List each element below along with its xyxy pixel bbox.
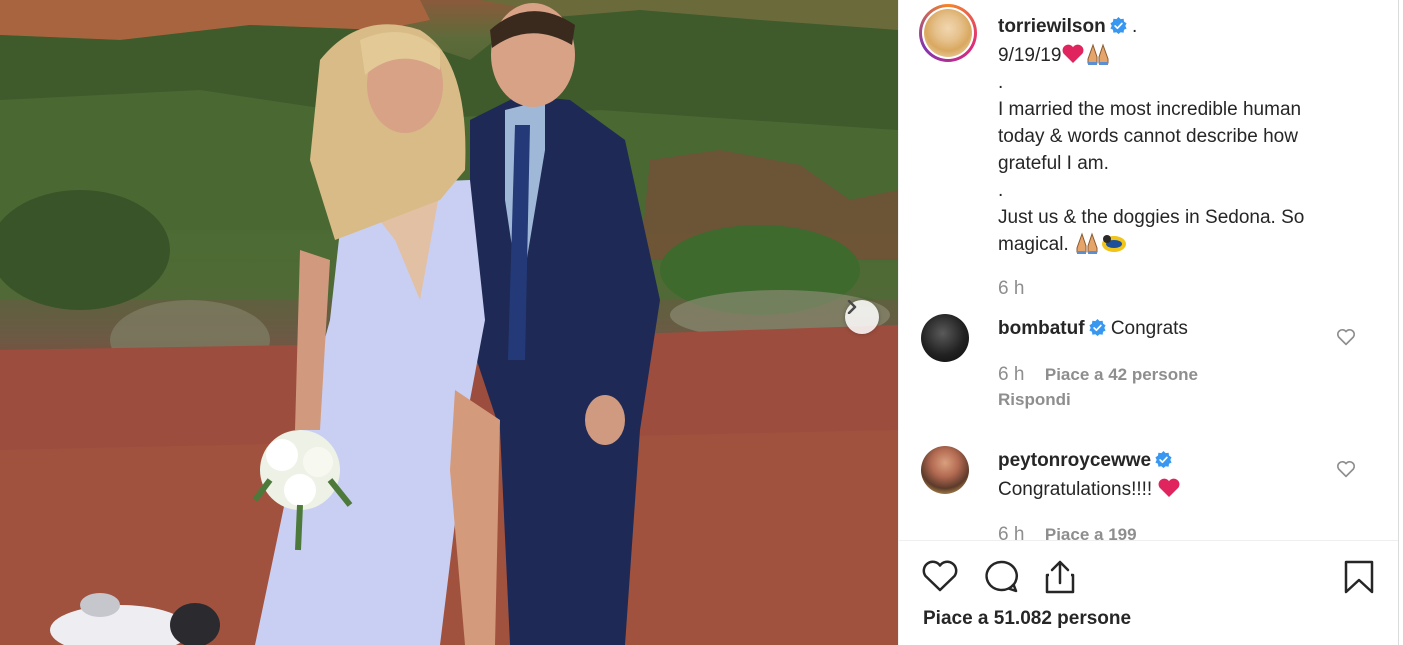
comment-time[interactable]: 6 h [998, 364, 1024, 385]
comment-1: bombatuf Congrats [998, 315, 1318, 344]
caption-separator-2: . [998, 180, 1004, 201]
post-likes-count[interactable]: Piace a 51.082 persone [923, 608, 1131, 630]
comment-text: Congrats [1110, 318, 1188, 339]
heart-icon [922, 560, 958, 592]
comment-likes[interactable]: Piace a 199 [1045, 525, 1137, 540]
folded-hands-emoji [1085, 43, 1111, 66]
next-photo-button[interactable] [845, 300, 879, 334]
caption-separator-1: . [998, 72, 1004, 93]
save-button[interactable] [1343, 559, 1375, 600]
comment-likes[interactable]: Piace a 42 persone [1045, 365, 1198, 384]
red-heart-emoji [1157, 478, 1181, 500]
post-photo[interactable] [0, 0, 898, 645]
red-heart-emoji [1061, 44, 1085, 66]
like-button[interactable] [921, 559, 959, 598]
commenter-avatar[interactable] [921, 314, 969, 362]
comment-2: peytonroycewwe Congratulations!!!! [998, 447, 1318, 503]
comment-meta: 6 h Piace a 42 persone [998, 364, 1198, 386]
caption-line-5: magical. [998, 234, 1069, 255]
comments-area[interactable]: torriewilson . 9/19/19 . I married the m… [899, 0, 1398, 540]
comment-button[interactable] [982, 559, 1020, 600]
chevron-right-icon [847, 300, 857, 314]
comment-username[interactable]: peytonroycewwe [998, 450, 1151, 471]
heart-icon [1336, 329, 1356, 346]
comment-username[interactable]: bombatuf [998, 318, 1085, 339]
bookmark-icon [1344, 560, 1374, 594]
caption-line-2: today & words cannot describe how [998, 126, 1298, 147]
verified-badge-icon [1110, 15, 1127, 42]
verified-badge-icon [1088, 317, 1106, 344]
author-avatar[interactable] [919, 4, 977, 62]
caption-line-1: I married the most incredible human [998, 99, 1302, 120]
like-comment-button[interactable] [1336, 328, 1356, 351]
share-icon [1045, 560, 1075, 594]
caption-date: 9/19/19 [998, 45, 1062, 66]
author-suffix: . [1131, 16, 1138, 37]
comment-meta: 6 h Piace a 199 [998, 524, 1137, 540]
wedding-photo-illustration [0, 0, 898, 645]
author-username[interactable]: torriewilson [998, 16, 1106, 37]
caption-line-4: Just us & the doggies in Sedona. So [998, 207, 1305, 228]
share-button[interactable] [1042, 559, 1078, 600]
commenter-avatar[interactable] [921, 446, 969, 494]
comment-time[interactable]: 6 h [998, 524, 1024, 540]
comment-text: Congratulations!!!! [998, 479, 1153, 500]
guide-dog-emoji [1100, 234, 1128, 255]
verified-badge-icon [1155, 449, 1172, 476]
post-time[interactable]: 6 h [998, 278, 1024, 300]
comment-icon [985, 560, 1019, 593]
post-side-panel: torriewilson . 9/19/19 . I married the m… [898, 0, 1399, 645]
reply-button[interactable]: Rispondi [998, 390, 1071, 410]
heart-icon [1336, 461, 1356, 478]
post-caption: torriewilson . 9/19/19 . I married the m… [998, 13, 1378, 258]
caption-line-3: grateful I am. [998, 153, 1109, 174]
folded-hands-emoji [1074, 232, 1100, 255]
like-comment-button[interactable] [1336, 460, 1356, 483]
